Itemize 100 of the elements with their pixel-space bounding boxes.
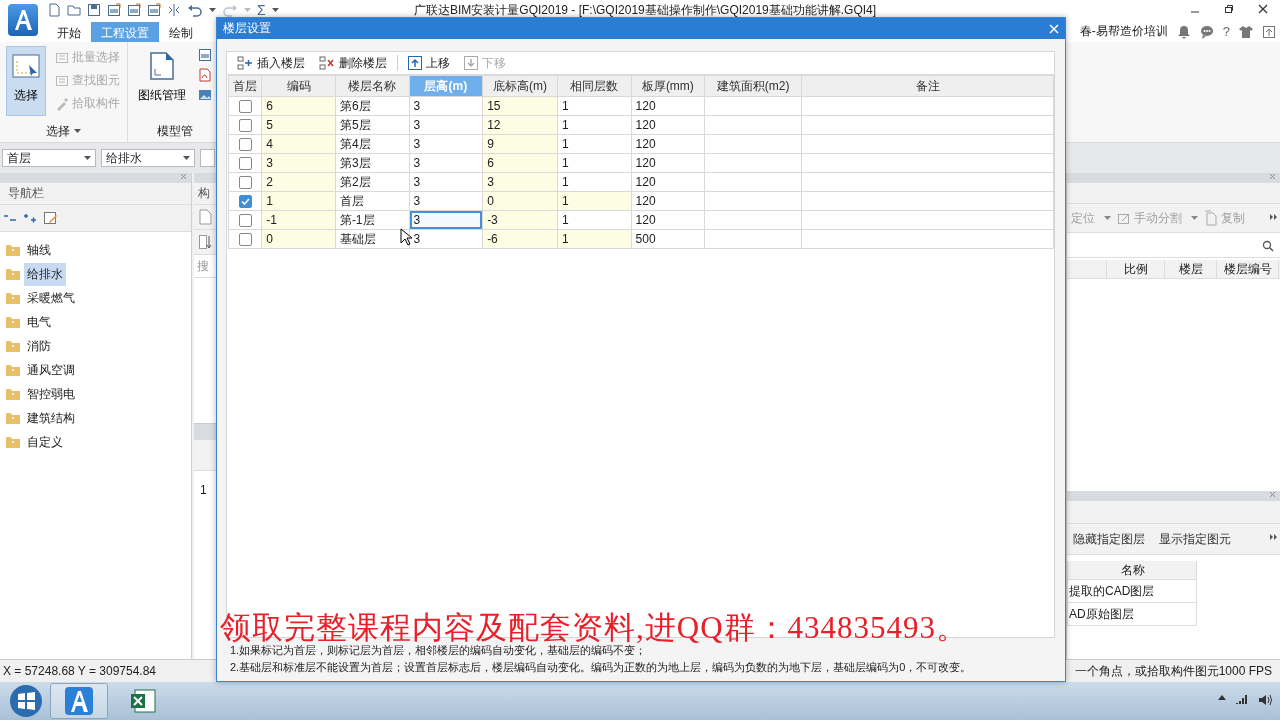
- note-text: 2.基础层和标准层不能设置为首层；设置首层标志后，楼层编码自动变化。编码为正数的为地上层，编码为负数的为地下层，基础层编码为0，不可改变。: [230, 660, 973, 675]
- list-icon: [55, 73, 69, 88]
- edit-icon[interactable]: [43, 211, 58, 225]
- chat-icon[interactable]: [1199, 24, 1214, 39]
- caret-icon: [1191, 215, 1198, 221]
- table-cell: 第5层: [335, 115, 409, 135]
- column-header[interactable]: 底标高(m): [482, 75, 558, 97]
- undo-icon[interactable]: [187, 3, 203, 17]
- column-header[interactable]: 板厚(mm): [631, 75, 705, 97]
- toolbar-button[interactable]: 插入楼层: [233, 54, 309, 72]
- column-header[interactable]: 首层: [228, 75, 262, 97]
- speaker-icon[interactable]: [1258, 694, 1272, 706]
- more-icon[interactable]: [1270, 534, 1277, 540]
- checkbox[interactable]: [238, 213, 252, 227]
- panel-header: [194, 173, 217, 183]
- column-header[interactable]: 编码: [261, 75, 336, 97]
- sort-icon[interactable]: [198, 234, 212, 250]
- dropdown[interactable]: 给排水: [101, 149, 195, 167]
- drawing-manager-button[interactable]: 图纸管理: [134, 46, 190, 116]
- folder-icon: [6, 412, 20, 424]
- table-cell: 第2层: [335, 172, 409, 192]
- checkbox[interactable]: [238, 232, 252, 246]
- coordinates-text: X = 57248.68 Y = 309754.84: [3, 664, 157, 678]
- document-icon[interactable]: [147, 3, 161, 17]
- split-icon[interactable]: [167, 3, 181, 17]
- folder-icon[interactable]: [67, 3, 81, 17]
- table-cell: 首层: [335, 191, 409, 211]
- taskbar-app[interactable]: [50, 683, 108, 719]
- signal-icon[interactable]: [1236, 694, 1248, 704]
- caret-icon: [84, 155, 91, 161]
- menu-tab[interactable]: 开始: [47, 22, 91, 42]
- dropdown[interactable]: [200, 149, 215, 167]
- list-icon: [55, 50, 69, 65]
- toolbar-button[interactable]: 删除楼层: [315, 54, 391, 72]
- folder-icon: [6, 436, 20, 448]
- checkbox[interactable]: [238, 175, 252, 189]
- window-icon[interactable]: [1262, 24, 1276, 39]
- nav-item[interactable]: 轴线: [24, 238, 54, 262]
- move-down-icon: [464, 56, 478, 70]
- table-cell: 120: [631, 115, 705, 135]
- note-text: 1.如果标记为首层，则标记层为首层，相邻楼层的编码自动变化，基础层的编码不变；: [230, 643, 648, 658]
- folder-icon: [6, 388, 20, 400]
- document-icon[interactable]: [127, 3, 141, 17]
- document-icon[interactable]: [107, 3, 121, 17]
- column-header[interactable]: 备注: [801, 75, 1054, 97]
- move-up-icon: [408, 56, 422, 70]
- table-cell: 3: [409, 134, 483, 154]
- checkbox[interactable]: [238, 99, 252, 113]
- table-cell: 120: [631, 134, 705, 154]
- pipette-icon: [55, 96, 69, 111]
- menu-tab[interactable]: 绘制: [159, 22, 203, 42]
- caret-icon: [244, 7, 251, 13]
- column-header[interactable]: 楼层名称: [335, 75, 409, 97]
- toolbar-button[interactable]: 显示指定图元: [1155, 530, 1235, 548]
- row-number: 1: [199, 482, 208, 497]
- table-cell: 120: [631, 191, 705, 211]
- nav-item[interactable]: 通风空调: [24, 358, 78, 382]
- column-header[interactable]: 相同层数: [557, 75, 632, 97]
- table-cell: 3: [409, 191, 483, 211]
- arrow-up-icon[interactable]: [1218, 694, 1226, 700]
- pdf-icon: [198, 68, 212, 82]
- file-icon[interactable]: [47, 3, 61, 17]
- caret-icon: [74, 128, 81, 134]
- help-button[interactable]: ?: [1222, 24, 1230, 39]
- more-icon[interactable]: [1270, 214, 1277, 220]
- nav-item[interactable]: 消防: [24, 334, 54, 358]
- caret-icon: [1104, 215, 1111, 221]
- checkbox[interactable]: [238, 118, 252, 132]
- sum-button[interactable]: Σ: [257, 3, 266, 17]
- nav-item[interactable]: 智控弱电: [24, 382, 78, 406]
- select-button[interactable]: 选择: [6, 46, 46, 116]
- toolbar-button[interactable]: 上移: [404, 54, 454, 72]
- collapse-icon[interactable]: [3, 213, 17, 223]
- nav-item[interactable]: 电气: [24, 310, 54, 334]
- cursor-icon: [400, 228, 412, 246]
- checkbox[interactable]: [238, 194, 252, 208]
- status-hint: 一个角点，或拾取构件图元1000 FPS: [1074, 662, 1272, 680]
- expand-icon[interactable]: [23, 212, 37, 224]
- column-header[interactable]: 建筑面积(m2): [704, 75, 802, 97]
- nav-item[interactable]: 建筑结构: [24, 406, 78, 430]
- checkbox[interactable]: [238, 156, 252, 170]
- insert-rows-icon: [237, 56, 253, 70]
- table-cell: 提取的CAD图层: [1067, 580, 1197, 603]
- checkbox[interactable]: [238, 137, 252, 151]
- nav-item[interactable]: 给排水: [24, 262, 66, 286]
- table-cell: 第4层: [335, 134, 409, 154]
- copy-icon: [1204, 210, 1218, 226]
- nav-item[interactable]: 自定义: [24, 430, 66, 454]
- toolbar-button[interactable]: 隐藏指定图层: [1069, 530, 1149, 548]
- start-button[interactable]: [8, 683, 44, 719]
- shirt-icon[interactable]: [1239, 24, 1253, 39]
- nav-item[interactable]: 采暖燃气: [24, 286, 78, 310]
- dropdown[interactable]: 首层: [2, 149, 96, 167]
- edit-icon: [1117, 211, 1131, 225]
- app-logo[interactable]: [8, 4, 38, 36]
- bell-icon[interactable]: [1176, 24, 1191, 39]
- table-cell: 1: [557, 210, 632, 230]
- close-icon[interactable]: [1258, 4, 1268, 14]
- save-icon[interactable]: [87, 3, 101, 17]
- restore-icon[interactable]: [1224, 4, 1234, 14]
